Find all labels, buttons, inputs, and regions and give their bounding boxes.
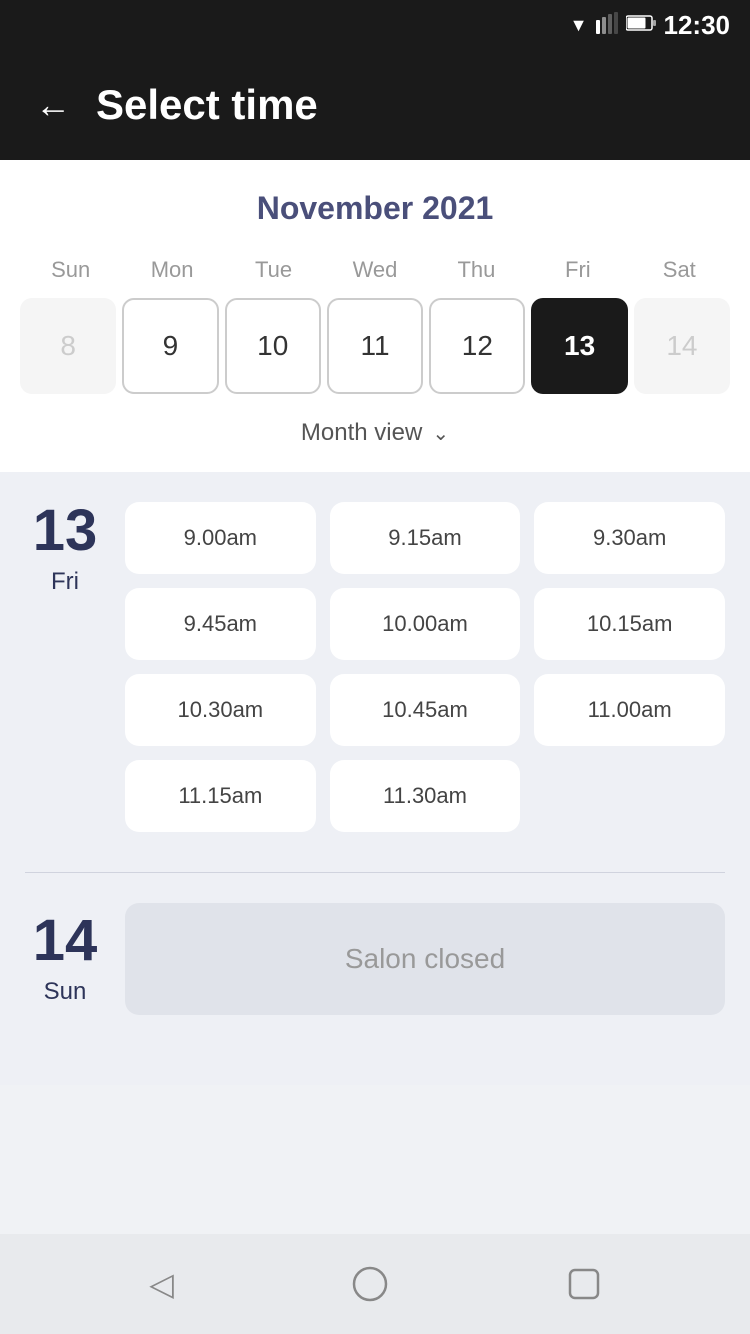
salon-closed-label: Salon closed bbox=[125, 903, 725, 1015]
page-title: Select time bbox=[96, 81, 318, 129]
month-title: November 2021 bbox=[20, 190, 730, 227]
month-view-toggle[interactable]: Month view ⌄ bbox=[20, 409, 730, 452]
day-info-14: 14 Sun bbox=[25, 912, 105, 1006]
time-slot-1115am[interactable]: 11.15am bbox=[125, 760, 316, 832]
time-grid-13: 9.00am 9.15am 9.30am 9.45am 10.00am 10.1… bbox=[125, 502, 725, 832]
day-number-14: 14 bbox=[33, 912, 98, 970]
time-slot-1130am[interactable]: 11.30am bbox=[330, 760, 521, 832]
status-bar: ▼ 12:30 bbox=[0, 0, 750, 50]
time-slot-930am[interactable]: 9.30am bbox=[534, 502, 725, 574]
status-time: 12:30 bbox=[664, 10, 731, 41]
day-header-sun: Sun bbox=[20, 252, 121, 288]
date-cell-10[interactable]: 10 bbox=[225, 298, 321, 394]
day-name-13: Fri bbox=[51, 568, 79, 596]
time-slot-1000am[interactable]: 10.00am bbox=[330, 588, 521, 660]
day-name-14: Sun bbox=[44, 978, 87, 1006]
time-slot-1100am[interactable]: 11.00am bbox=[534, 674, 725, 746]
time-grid-wrapper-13: 9.00am 9.15am 9.30am 9.45am 10.00am 10.1… bbox=[125, 502, 725, 832]
back-button[interactable]: ← bbox=[30, 82, 76, 128]
time-slot-1015am[interactable]: 10.15am bbox=[534, 588, 725, 660]
date-cell-13[interactable]: 13 bbox=[531, 298, 627, 394]
day-block-14: 14 Sun Salon closed bbox=[25, 903, 725, 1015]
wifi-icon: ▼ bbox=[570, 15, 588, 36]
day-header-thu: Thu bbox=[426, 252, 527, 288]
status-icons: ▼ 12:30 bbox=[570, 10, 730, 41]
date-cell-8[interactable]: 8 bbox=[20, 298, 116, 394]
calendar-section: November 2021 Sun Mon Tue Wed Thu Fri Sa… bbox=[0, 160, 750, 472]
time-slot-1045am[interactable]: 10.45am bbox=[330, 674, 521, 746]
bottom-nav: ◁ bbox=[0, 1234, 750, 1334]
header: ← Select time bbox=[0, 50, 750, 160]
day-block-13: 13 Fri 9.00am 9.15am 9.30am 9.45am 10.00… bbox=[25, 502, 725, 832]
day-header-fri: Fri bbox=[527, 252, 628, 288]
time-slot-915am[interactable]: 9.15am bbox=[330, 502, 521, 574]
time-slots-section: 13 Fri 9.00am 9.15am 9.30am 9.45am 10.00… bbox=[0, 472, 750, 1085]
nav-recent-button[interactable] bbox=[557, 1257, 611, 1311]
signal-icon bbox=[596, 12, 618, 39]
day-info-13: 13 Fri bbox=[25, 502, 105, 596]
date-cell-9[interactable]: 9 bbox=[122, 298, 218, 394]
battery-icon bbox=[626, 14, 656, 37]
date-row: 8 9 10 11 12 13 14 bbox=[20, 298, 730, 394]
date-cell-11[interactable]: 11 bbox=[327, 298, 423, 394]
date-cell-12[interactable]: 12 bbox=[429, 298, 525, 394]
nav-back-icon: ◁ bbox=[149, 1265, 174, 1303]
nav-recent-icon bbox=[567, 1267, 601, 1301]
day-header-tue: Tue bbox=[223, 252, 324, 288]
nav-home-button[interactable] bbox=[342, 1256, 398, 1312]
chevron-down-icon: ⌄ bbox=[432, 421, 449, 446]
day-headers: Sun Mon Tue Wed Thu Fri Sat bbox=[20, 252, 730, 288]
day-header-mon: Mon bbox=[121, 252, 222, 288]
nav-back-button[interactable]: ◁ bbox=[139, 1255, 184, 1313]
back-icon: ← bbox=[35, 84, 71, 125]
month-view-label: Month view bbox=[301, 419, 422, 447]
nav-home-icon bbox=[352, 1266, 388, 1302]
day-number-13: 13 bbox=[33, 502, 98, 560]
time-slot-900am[interactable]: 9.00am bbox=[125, 502, 316, 574]
time-slot-945am[interactable]: 9.45am bbox=[125, 588, 316, 660]
day-block-content-14: 14 Sun Salon closed bbox=[25, 903, 725, 1015]
time-slot-1030am[interactable]: 10.30am bbox=[125, 674, 316, 746]
divider bbox=[25, 872, 725, 873]
day-header-wed: Wed bbox=[324, 252, 425, 288]
date-cell-14[interactable]: 14 bbox=[634, 298, 730, 394]
day-header-sat: Sat bbox=[629, 252, 730, 288]
day-block-content-13: 13 Fri 9.00am 9.15am 9.30am 9.45am 10.00… bbox=[25, 502, 725, 832]
